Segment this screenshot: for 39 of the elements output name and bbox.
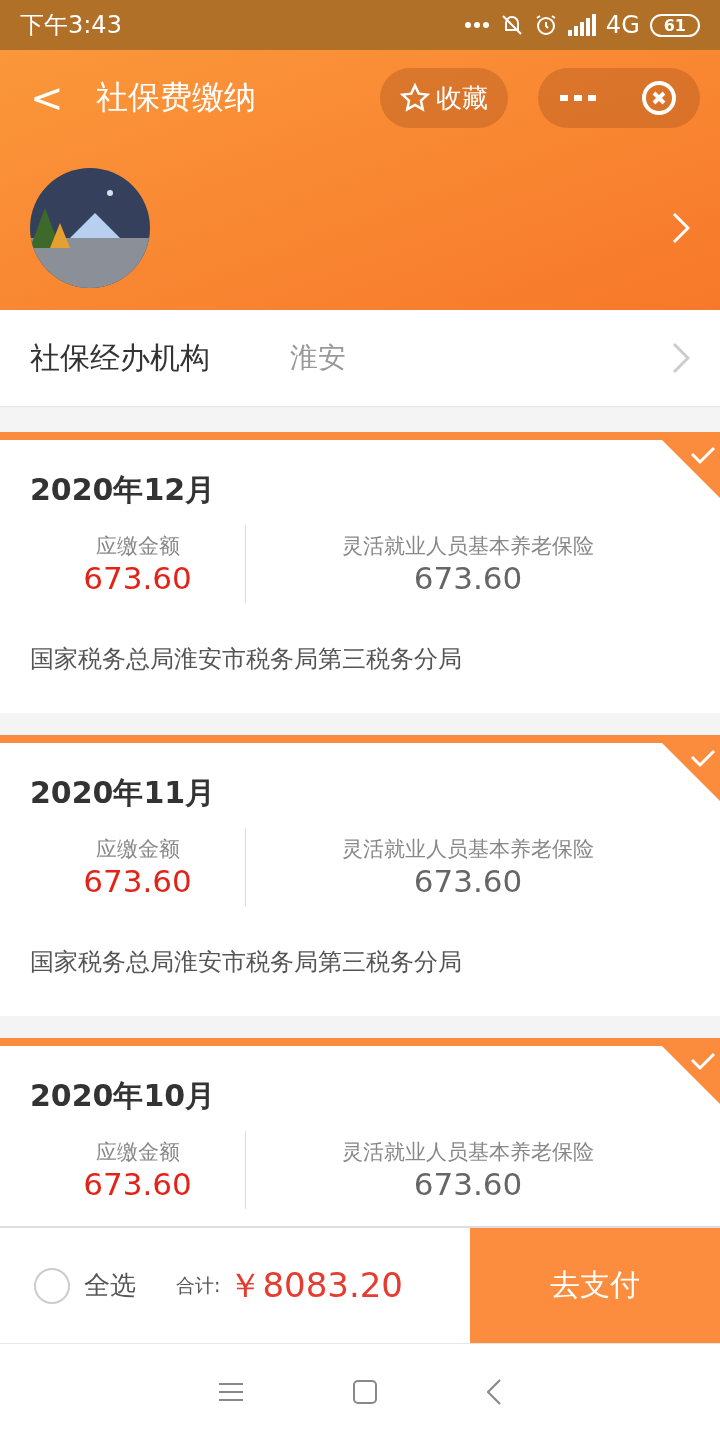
select-all-radio[interactable]: [34, 1267, 70, 1304]
amount-label: 应缴金额: [95, 1139, 180, 1166]
item-amount: 673.60: [413, 1166, 523, 1202]
network-type: 4G: [605, 11, 640, 39]
menu-icon[interactable]: [219, 1382, 243, 1402]
clock-time: 下午3:43: [20, 10, 122, 41]
chevron-right-icon: [672, 212, 690, 244]
battery-level: 61: [649, 13, 700, 37]
total-label: 合计:: [176, 1272, 221, 1298]
amount-due: 673.60: [83, 1166, 192, 1202]
amount-due: 673.60: [83, 863, 192, 899]
back-icon[interactable]: [487, 1379, 501, 1405]
item-amount: 673.60: [413, 560, 523, 596]
star-icon: [400, 83, 430, 113]
tax-office: 国家税务总局淮安市税务局第三税务分局: [30, 644, 463, 675]
bill-month: 2020年11月: [30, 774, 217, 812]
item-label: 灵活就业人员基本养老保险: [342, 533, 594, 560]
total-amount: ￥8083.20: [228, 1263, 403, 1307]
tax-office: 国家税务总局淮安市税务局第三税务分局: [30, 947, 463, 978]
page-title: 社保费缴纳: [95, 77, 256, 118]
signal-icon: [567, 14, 596, 36]
item-label: 灵活就业人员基本养老保险: [342, 836, 594, 863]
select-all-label: 全选: [84, 1269, 136, 1302]
bill-month: 2020年10月: [30, 1077, 217, 1115]
amount-label: 应缴金额: [95, 533, 180, 560]
amount-label: 应缴金额: [95, 836, 180, 863]
field-label: 社保经办机构: [30, 338, 211, 377]
home-icon[interactable]: [353, 1380, 377, 1404]
item-amount: 673.60: [413, 863, 523, 899]
bell-muted-icon: [499, 13, 524, 37]
bill-card[interactable]: 2020年12月 应缴金额 673.60 灵活就业人员基本养老保险 673.60 国家税务总局淮安市税务局第三税务分局: [0, 432, 720, 713]
more-dots-icon: [463, 21, 490, 29]
field-value: 淮安: [290, 340, 347, 376]
amount-due: 673.60: [83, 560, 192, 596]
bill-month: 2020年12月: [30, 471, 217, 509]
bill-card[interactable]: 2020年11月 应缴金额 673.60 灵活就业人员基本养老保险 673.60 国家税务总局淮安市税务局第三税务分局: [0, 735, 720, 1016]
bill-card[interactable]: 2020年10月 应缴金额 673.60 灵活就业人员基本养老保险 673.60: [0, 1038, 720, 1226]
chevron-right-icon: [672, 342, 690, 374]
item-label: 灵活就业人员基本养老保险: [342, 1139, 594, 1166]
